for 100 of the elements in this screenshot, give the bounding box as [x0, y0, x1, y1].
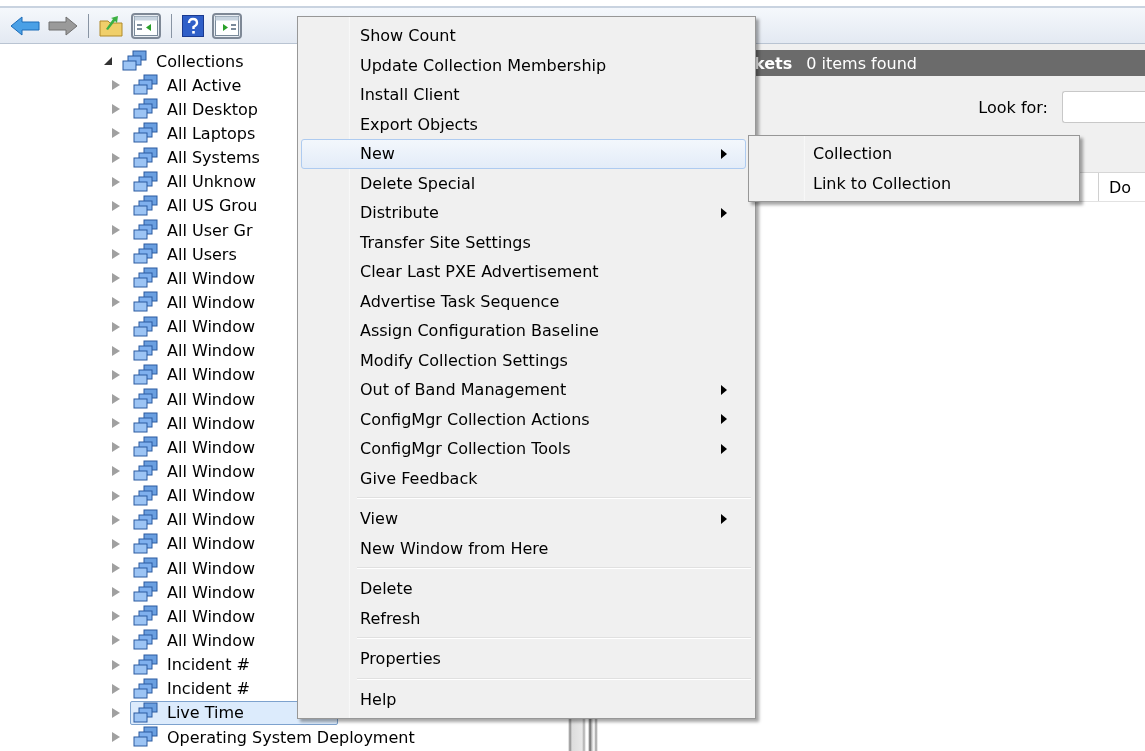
tree-item[interactable]: All Window	[130, 266, 260, 291]
tree-item[interactable]: All User Gr	[130, 218, 258, 243]
help-icon[interactable]	[182, 14, 204, 37]
expand-arrow-icon[interactable]	[112, 200, 120, 211]
tree-item[interactable]: Operating System Deployment	[130, 725, 420, 749]
expand-arrow-icon[interactable]	[112, 732, 120, 742]
expand-arrow-icon[interactable]	[112, 490, 120, 501]
collection-icon	[133, 532, 159, 555]
collection-icon	[133, 677, 159, 700]
menu-item[interactable]: New	[301, 139, 746, 169]
collection-icon	[133, 315, 159, 338]
submenu-arrow-icon	[721, 443, 727, 454]
tree-item[interactable]: All Window	[130, 604, 260, 629]
tree-item[interactable]: All Window	[130, 531, 260, 556]
menu-item[interactable]: ConfigMgr Collection Actions	[301, 404, 746, 434]
tree-item[interactable]: All Window	[130, 483, 260, 508]
menu-item[interactable]: Modify Collection Settings	[301, 345, 746, 375]
column-header[interactable]: Do	[1098, 173, 1145, 201]
tree-item[interactable]: Incident #	[130, 652, 255, 677]
menu-item[interactable]: Properties	[301, 644, 746, 674]
collapse-arrow-icon[interactable]	[104, 57, 112, 66]
expand-arrow-icon[interactable]	[112, 80, 120, 91]
back-arrow-icon[interactable]	[10, 15, 40, 36]
expand-arrow-icon[interactable]	[112, 442, 120, 453]
menu-item[interactable]: Distribute	[301, 198, 746, 228]
expand-arrow-icon[interactable]	[112, 297, 120, 308]
action-pane-button[interactable]	[212, 12, 242, 39]
menu-item[interactable]: Update Collection Membership	[301, 50, 746, 80]
tree-item[interactable]: All Systems	[130, 145, 265, 170]
menu-item[interactable]: Refresh	[301, 603, 746, 633]
tree-item[interactable]: All Window	[130, 338, 260, 363]
tree-item[interactable]: All Desktop	[130, 97, 263, 122]
collection-icon	[133, 726, 159, 748]
menu-item[interactable]: Transfer Site Settings	[301, 227, 746, 257]
collection-icon	[133, 605, 159, 628]
expand-arrow-icon[interactable]	[112, 587, 120, 598]
expand-arrow-icon[interactable]	[112, 225, 120, 236]
menu-item[interactable]: ConfigMgr Collection Tools	[301, 434, 746, 464]
tree-item[interactable]: All Laptops	[130, 121, 261, 146]
tree-item[interactable]: All Window	[130, 362, 260, 387]
tree-item[interactable]: All Window	[130, 387, 260, 412]
collection-icon	[133, 581, 159, 604]
collection-icon	[133, 388, 159, 411]
menu-item[interactable]: View	[301, 504, 746, 534]
tree-item[interactable]: All Window	[130, 507, 260, 532]
expand-arrow-icon[interactable]	[112, 369, 120, 380]
menu-item[interactable]: Link to Collection	[752, 168, 1076, 198]
tree-item[interactable]: All Users	[130, 242, 242, 267]
expand-arrow-icon[interactable]	[112, 563, 120, 573]
expand-arrow-icon[interactable]	[112, 394, 120, 405]
expand-arrow-icon[interactable]	[112, 418, 120, 429]
expand-arrow-icon[interactable]	[112, 345, 120, 356]
expand-arrow-icon[interactable]	[112, 273, 120, 284]
menu-item[interactable]: Give Feedback	[301, 463, 746, 493]
menu-item[interactable]: Collection	[752, 139, 1076, 169]
expand-arrow-icon[interactable]	[112, 152, 120, 163]
expand-arrow-icon[interactable]	[112, 321, 120, 332]
tree-item[interactable]: All Window	[130, 556, 260, 580]
tree-item[interactable]: All US Grou	[130, 193, 263, 218]
expand-arrow-icon[interactable]	[112, 128, 120, 139]
menu-item[interactable]: Delete Special	[301, 168, 746, 198]
expand-arrow-icon[interactable]	[112, 466, 120, 477]
menu-item[interactable]: Export Objects	[301, 109, 746, 139]
menu-item[interactable]: Out of Band Management	[301, 375, 746, 405]
expand-arrow-icon[interactable]	[112, 538, 120, 549]
tree-item[interactable]: All Window	[130, 580, 260, 605]
expand-arrow-icon[interactable]	[112, 707, 120, 718]
collection-icon	[133, 170, 159, 193]
expand-arrow-icon[interactable]	[112, 249, 120, 260]
tree-item[interactable]: All Window	[130, 459, 260, 484]
search-field[interactable]	[1062, 91, 1145, 123]
submenu-arrow-icon	[721, 207, 727, 218]
console-tree-button[interactable]	[131, 12, 161, 39]
tree-item[interactable]: All Window	[130, 628, 260, 653]
tree-item[interactable]: All Window	[130, 290, 260, 315]
menu-item[interactable]: New Window from Here	[301, 533, 746, 563]
tree-item[interactable]: All Active	[130, 73, 247, 98]
menu-item[interactable]: Delete	[301, 574, 746, 604]
forward-arrow-icon[interactable]	[48, 15, 78, 36]
menu-item[interactable]: Show Count	[301, 21, 746, 51]
submenu-arrow-icon	[721, 513, 727, 524]
tree-item[interactable]: All Window	[130, 411, 260, 436]
menu-item[interactable]: Assign Configuration Baseline	[301, 316, 746, 346]
expand-arrow-icon[interactable]	[112, 683, 120, 694]
expand-arrow-icon[interactable]	[112, 514, 120, 525]
menu-item[interactable]: Advertise Task Sequence	[301, 286, 746, 316]
menu-item[interactable]: Clear Last PXE Advertisement	[301, 257, 746, 287]
tree-item[interactable]: Incident #	[130, 676, 255, 701]
tree-item[interactable]: All Window	[130, 435, 260, 460]
expand-arrow-icon[interactable]	[112, 659, 120, 670]
expand-arrow-icon[interactable]	[112, 176, 120, 187]
expand-arrow-icon[interactable]	[112, 611, 120, 622]
collection-icon	[122, 50, 148, 73]
tree-item[interactable]: All Unknow	[130, 169, 262, 194]
expand-arrow-icon[interactable]	[112, 635, 120, 646]
collection-icon	[133, 219, 159, 242]
expand-arrow-icon[interactable]	[112, 104, 120, 115]
folder-icon[interactable]	[99, 14, 123, 37]
tree-item[interactable]: All Window	[130, 314, 260, 339]
menu-item[interactable]: Install Client	[301, 80, 746, 110]
